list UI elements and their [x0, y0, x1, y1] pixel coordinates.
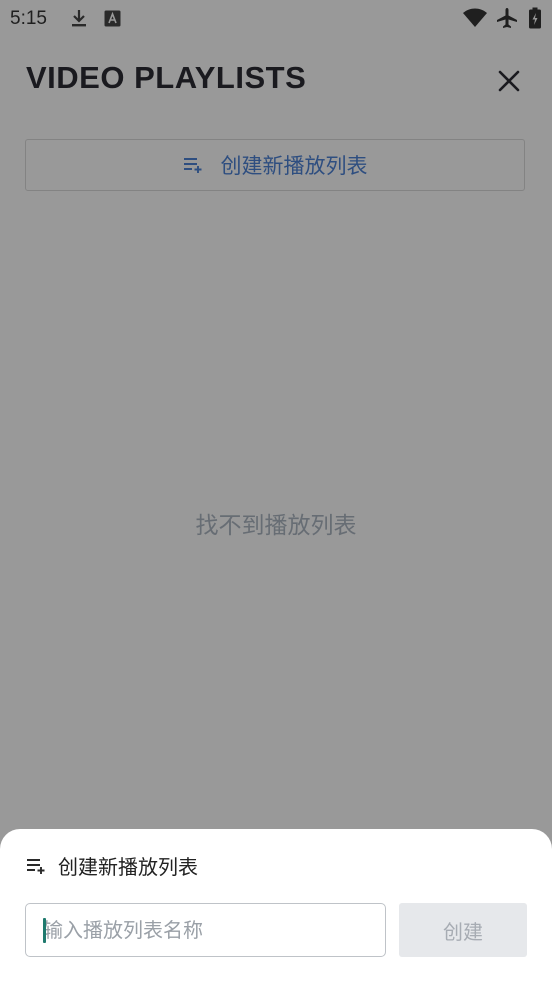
status-time: 5:15 [10, 8, 47, 29]
create-playlist-label: 创建新播放列表 [220, 154, 368, 178]
empty-state-text: 找不到播放列表 [195, 513, 357, 539]
text-caret [43, 918, 46, 943]
playlist-add-icon [183, 156, 203, 174]
battery-charging-icon [528, 7, 542, 29]
close-icon [498, 70, 520, 92]
airplane-icon [496, 8, 518, 28]
download-icon [70, 8, 88, 28]
sheet-header: 创建新播放列表 [26, 851, 198, 880]
page-title: VIDEO PLAYLISTS [26, 60, 307, 95]
sheet-title: 创建新播放列表 [58, 855, 198, 879]
create-submit-button[interactable]: 创建 [399, 903, 527, 957]
create-playlist-button[interactable]: 创建新播放列表 [25, 139, 525, 191]
playlist-add-icon [26, 857, 46, 875]
playlist-name-input[interactable] [26, 904, 385, 956]
playlist-name-field[interactable] [25, 903, 386, 957]
close-button[interactable] [490, 62, 528, 100]
status-bar: 5:15 [0, 0, 552, 38]
font-a-icon [104, 8, 121, 28]
wifi-icon [462, 8, 488, 28]
create-playlist-sheet: 创建新播放列表 创建 [0, 829, 552, 983]
